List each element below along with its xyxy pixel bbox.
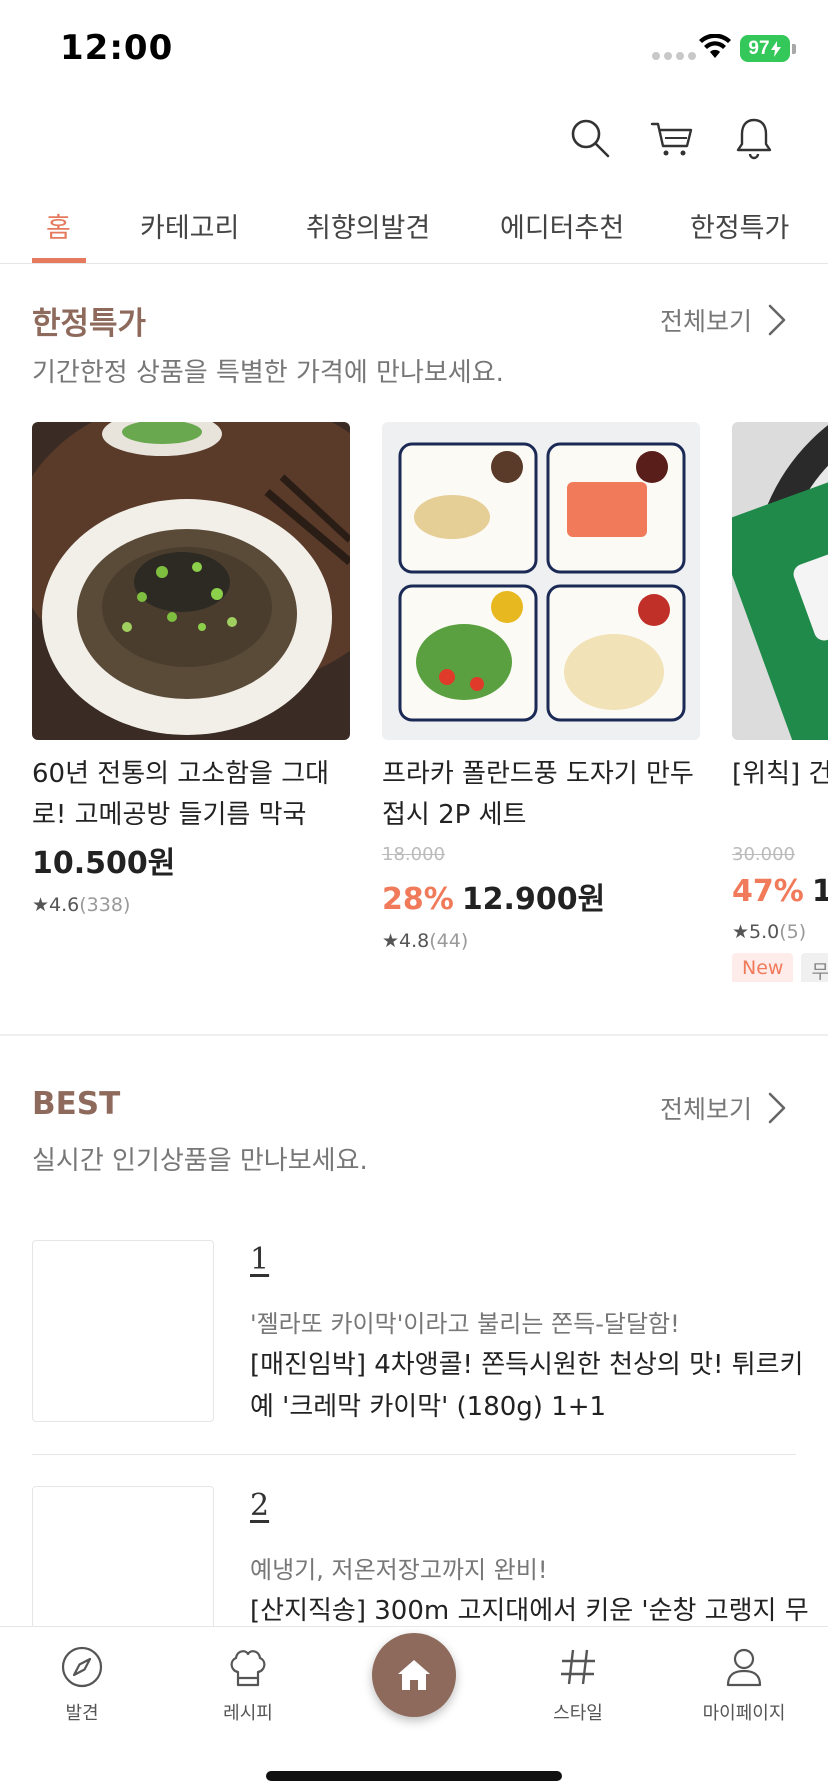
product-rating: ★4.6(338) xyxy=(32,894,131,916)
product-price-line: 28% 12.900원 xyxy=(382,874,700,918)
product-original-price: 30.000 xyxy=(732,844,795,865)
product-rating: ★4.8(44) xyxy=(382,930,469,952)
battery-nub xyxy=(792,44,796,54)
product-card[interactable]: [위칙] 건 매x2EA) 30.000 47%15 ★5.0(5) New 무… xyxy=(732,422,828,982)
nav-home-button[interactable] xyxy=(372,1633,456,1717)
new-badge: New xyxy=(732,953,794,982)
product-image-noodles[interactable] xyxy=(32,422,350,740)
limited-sale-see-all-button[interactable]: 전체보기 xyxy=(660,302,788,338)
best-subtitle: 실시간 인기상품을 만나보세요. xyxy=(32,1146,368,1176)
nav-label: 스타일 xyxy=(553,1703,603,1724)
nav-recipe[interactable]: 레시피 xyxy=(188,1645,308,1725)
best-item-rank: 1 xyxy=(250,1242,270,1277)
rating-value: 5.0 xyxy=(749,921,780,943)
product-card[interactable]: 60년 전통의 고소함을 그대로! 고메공방 들기름 막국수… 10.500원 … xyxy=(32,422,350,916)
see-all-label: 전체보기 xyxy=(659,307,752,336)
status-bar: 12:00 97 xyxy=(0,0,828,96)
product-discount: 47% xyxy=(732,874,804,909)
wifi-icon xyxy=(699,34,731,58)
best-list-item[interactable]: 1 '젤라또 카이막'이라고 불리는 쫀득-달달함! [매진임박] 4차앵콜! … xyxy=(32,1240,803,1440)
section-divider xyxy=(0,1034,828,1036)
best-item-title[interactable]: [매진임박] 4차앵콜! 쫀득시원한 천상의 맛! 튀르키예 '크레막 카이막'… xyxy=(250,1344,810,1428)
nav-mypage[interactable]: 마이페이지 xyxy=(684,1645,804,1725)
limited-sale-subtitle: 기간한정 상품을 특별한 가격에 만나보세요. xyxy=(32,358,504,388)
charging-icon xyxy=(770,40,781,57)
rating-value: 4.6 xyxy=(49,894,80,916)
tab-home[interactable]: 홈 xyxy=(46,206,71,245)
product-badges: New 무료 xyxy=(732,953,828,982)
rating-value: 4.8 xyxy=(399,930,430,952)
chef-hat-icon xyxy=(230,1650,266,1687)
nav-style[interactable]: 스타일 xyxy=(518,1645,638,1725)
header-actions xyxy=(568,116,776,160)
chevron-right-icon xyxy=(768,304,786,336)
best-see-all-button[interactable]: 전체보기 xyxy=(660,1090,788,1126)
review-count: (338) xyxy=(79,894,131,916)
bottom-navigation: 발견 레시피 스타일 마이페이지 xyxy=(0,1626,828,1792)
tab-limited-sale[interactable]: 한정특가 xyxy=(690,206,789,245)
product-price-line: 47%15 xyxy=(732,874,828,909)
product-original-price: 18.000 xyxy=(382,844,445,865)
bell-icon[interactable] xyxy=(732,116,776,160)
best-title: BEST xyxy=(32,1086,121,1122)
nav-label: 발견 xyxy=(65,1703,99,1724)
nav-discover[interactable]: 발견 xyxy=(22,1645,142,1725)
battery-indicator: 97 xyxy=(740,35,790,62)
product-image-wet-wipes[interactable] xyxy=(732,422,828,740)
compass-icon xyxy=(61,1646,103,1688)
best-item-subtitle: '젤라또 카이막'이라고 불리는 쫀득-달달함! xyxy=(250,1310,680,1338)
product-title[interactable]: 프라카 폴란드풍 도자기 만두 접시 2P 세트 xyxy=(382,754,700,836)
product-title[interactable]: 60년 전통의 고소함을 그대로! 고메공방 들기름 막국수… xyxy=(32,754,350,836)
product-image-dumpling-plates[interactable] xyxy=(382,422,700,740)
home-indicator xyxy=(266,1771,562,1781)
product-title[interactable]: [위칙] 건 매x2EA) xyxy=(732,754,828,836)
tab-taste-discovery[interactable]: 취향의발견 xyxy=(306,206,430,245)
product-discount: 28% xyxy=(382,882,454,917)
nav-label: 레시피 xyxy=(223,1703,273,1724)
battery-level: 97 xyxy=(748,37,770,59)
tab-editor-pick[interactable]: 에디터추천 xyxy=(500,206,624,245)
search-icon[interactable] xyxy=(568,116,612,160)
person-icon xyxy=(726,1648,762,1687)
product-price: 10.500원 xyxy=(32,846,176,881)
product-price: 15 xyxy=(811,874,828,909)
review-count: (5) xyxy=(779,921,807,943)
nav-label: 마이페이지 xyxy=(702,1703,786,1724)
product-price: 12.900원 xyxy=(461,882,606,917)
see-all-label: 전체보기 xyxy=(659,1095,752,1124)
tab-category[interactable]: 카테고리 xyxy=(140,206,239,245)
best-item-thumbnail[interactable] xyxy=(32,1240,214,1422)
review-count: (44) xyxy=(429,930,469,952)
list-separator xyxy=(32,1454,796,1455)
limited-sale-carousel[interactable]: 60년 전통의 고소함을 그대로! 고메공방 들기름 막국수… 10.500원 … xyxy=(32,422,828,982)
best-item-rank: 2 xyxy=(250,1488,270,1523)
best-item-subtitle: 예냉기, 저온저장고까지 완비! xyxy=(250,1556,548,1584)
category-tabs: 홈 카테고리 취향의발견 에디터추천 한정특가 xyxy=(0,192,828,264)
limited-sale-title: 한정특가 xyxy=(32,306,147,342)
chevron-right-icon xyxy=(768,1092,786,1124)
free-shipping-badge: 무료 xyxy=(801,953,828,982)
status-time: 12:00 xyxy=(60,28,174,68)
cart-icon[interactable] xyxy=(650,116,694,160)
hashtag-icon xyxy=(561,1649,595,1685)
active-tab-indicator xyxy=(32,258,86,263)
product-card[interactable]: 프라카 폴란드풍 도자기 만두 접시 2P 세트 18.000 28% 12.90… xyxy=(382,422,700,952)
product-rating: ★5.0(5) xyxy=(732,921,807,943)
cellular-signal-icon xyxy=(652,52,696,60)
home-icon xyxy=(398,1660,430,1690)
